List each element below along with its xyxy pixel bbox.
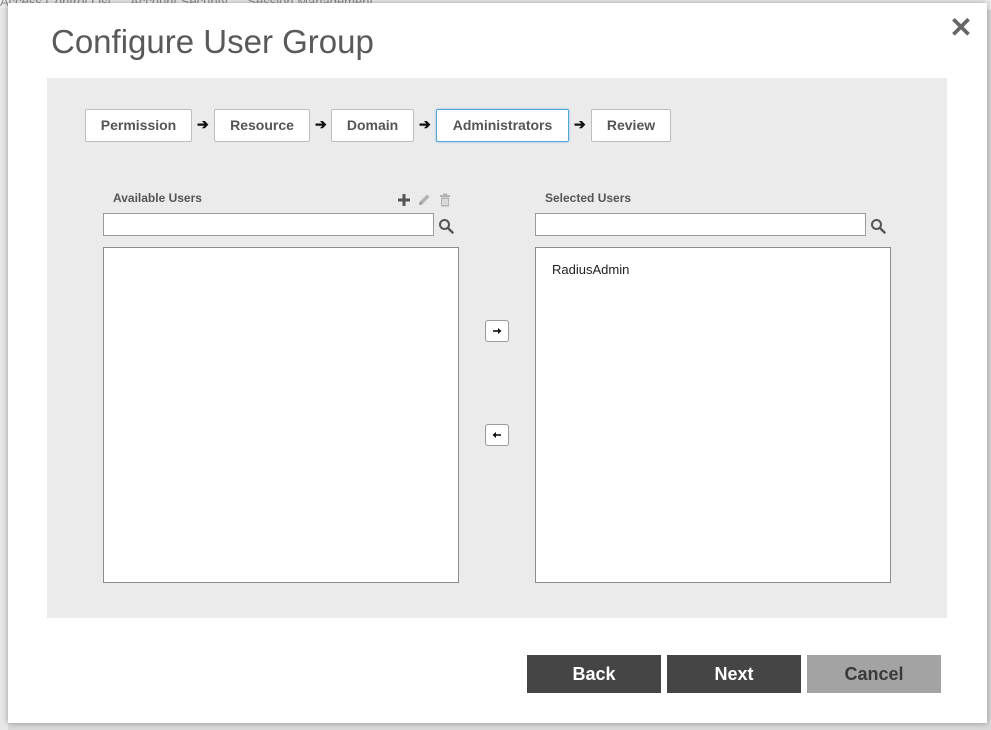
background-page-edge <box>0 8 8 730</box>
arrow-right-icon: ➔ <box>197 116 209 132</box>
configure-user-group-dialog: Configure User Group ✕ Permission ➔ Reso… <box>8 3 987 723</box>
arrow-left-icon <box>492 432 501 438</box>
pencil-icon[interactable] <box>416 192 432 208</box>
step-administrators[interactable]: Administrators <box>436 109 569 142</box>
plus-icon[interactable] <box>396 192 412 208</box>
step-permission[interactable]: Permission <box>85 109 192 142</box>
cancel-button[interactable]: Cancel <box>807 655 941 693</box>
trash-icon[interactable] <box>437 192 453 208</box>
arrow-right-icon: ➔ <box>315 116 327 132</box>
next-button[interactable]: Next <box>667 655 801 693</box>
search-icon[interactable] <box>438 218 454 234</box>
available-users-label: Available Users <box>113 191 202 205</box>
available-users-search-input[interactable] <box>103 213 434 236</box>
step-resource[interactable]: Resource <box>214 109 310 142</box>
arrow-right-icon: ➔ <box>574 116 586 132</box>
step-domain[interactable]: Domain <box>331 109 414 142</box>
available-users-list[interactable] <box>103 247 459 583</box>
selected-users-search-input[interactable] <box>535 213 866 236</box>
step-review[interactable]: Review <box>591 109 671 142</box>
add-to-selected-button[interactable] <box>485 320 509 342</box>
selected-users-label: Selected Users <box>545 191 632 205</box>
list-item[interactable]: RadiusAdmin <box>552 262 629 277</box>
wizard-panel: Permission ➔ Resource ➔ Domain ➔ Adminis… <box>47 78 947 618</box>
remove-from-selected-button[interactable] <box>485 424 509 446</box>
back-button[interactable]: Back <box>527 655 661 693</box>
arrow-right-icon: ➔ <box>419 116 431 132</box>
search-icon[interactable] <box>870 218 886 234</box>
selected-users-list[interactable]: RadiusAdmin <box>535 247 891 583</box>
arrow-right-icon <box>493 328 502 334</box>
close-icon[interactable]: ✕ <box>948 14 974 42</box>
dialog-title: Configure User Group <box>51 23 374 60</box>
